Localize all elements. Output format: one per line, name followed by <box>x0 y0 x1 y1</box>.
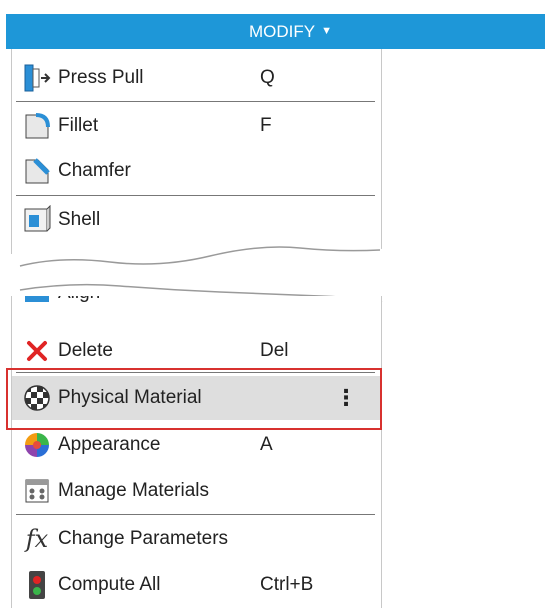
menu-item-label: Fillet <box>58 115 99 136</box>
menu-item-label: Manage Materials <box>58 480 210 501</box>
shortcut-label: F <box>260 115 272 136</box>
align-icon <box>20 296 54 308</box>
menu-item-chamfer[interactable]: Chamfer <box>12 152 381 190</box>
fx-icon: fx <box>25 525 49 553</box>
shortcut-label: Ctrl+B <box>260 574 314 595</box>
more-options-icon[interactable]: ⋮ <box>335 387 357 409</box>
appearance-icon <box>20 430 54 460</box>
menu-item-label: Chamfer <box>58 160 131 181</box>
shortcut-label: Q <box>260 67 275 88</box>
menu-divider <box>16 372 375 373</box>
fillet-icon <box>20 111 54 141</box>
menu-item-label: Press Pull <box>58 67 144 88</box>
menu-item-label: Delete <box>58 340 113 361</box>
menu-item-align[interactable]: Align <box>12 296 381 312</box>
menu-item-fillet[interactable]: Fillet F <box>12 107 381 145</box>
menu-item-delete[interactable]: Delete Del <box>12 332 381 370</box>
menu-item-shell[interactable]: Shell <box>12 201 381 239</box>
delete-x-icon <box>20 336 54 366</box>
menu-item-label: Shell <box>58 209 101 230</box>
menu-item-label: Appearance <box>58 434 161 455</box>
chamfer-icon <box>20 156 54 186</box>
modify-menu-header[interactable]: MODIFY ▼ <box>6 14 545 49</box>
menu-item-change-parameters[interactable]: fx Change Parameters <box>12 520 381 558</box>
physical-material-icon <box>20 383 54 413</box>
menu-divider <box>16 514 375 515</box>
menu-item-compute-all[interactable]: Compute All Ctrl+B <box>12 566 381 604</box>
menu-item-physical-material[interactable]: Physical Material ⋮ <box>12 376 381 420</box>
modify-menu-bottom: Align Delete Del <box>11 296 382 608</box>
shortcut-label: Del <box>260 340 289 361</box>
manage-materials-icon <box>20 476 54 506</box>
menu-item-label: Compute All <box>58 574 161 595</box>
menu-item-label: Physical Material <box>58 387 202 408</box>
menu-item-manage-materials[interactable]: Manage Materials <box>12 472 381 510</box>
modify-menu-top: Press Pull Q Fillet F Chamfer Shell <box>11 49 382 254</box>
caret-down-icon: ▼ <box>321 24 332 37</box>
compute-all-icon <box>20 570 54 600</box>
menu-divider <box>16 101 375 102</box>
press-pull-icon <box>20 63 54 93</box>
shortcut-label: A <box>260 434 273 455</box>
menu-item-press-pull[interactable]: Press Pull Q <box>12 59 381 97</box>
menu-item-label: Align <box>58 296 100 304</box>
shell-icon <box>20 205 54 235</box>
modify-menu-title: MODIFY <box>249 21 316 41</box>
menu-item-appearance[interactable]: Appearance A <box>12 426 381 464</box>
menu-item-label: Change Parameters <box>58 528 229 549</box>
menu-divider <box>16 195 375 196</box>
